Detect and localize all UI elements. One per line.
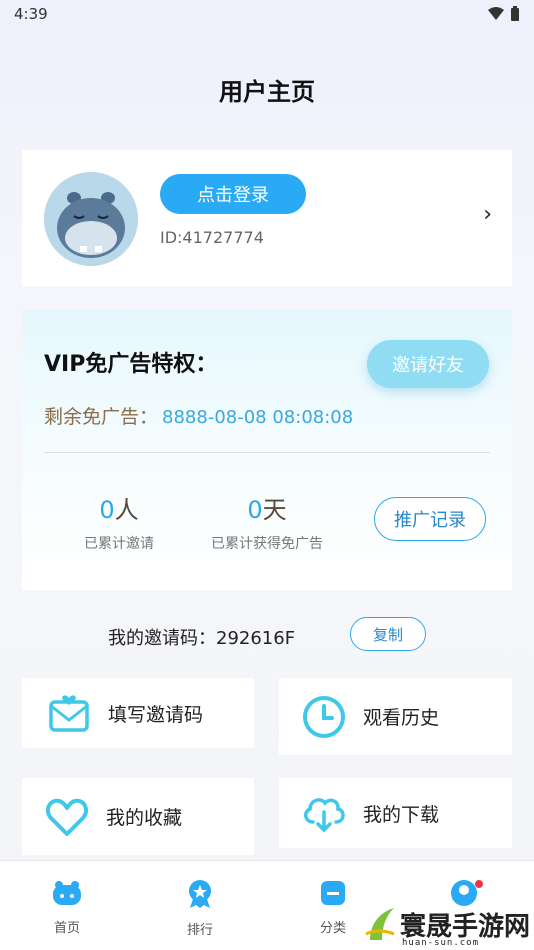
invited-unit: 人	[114, 496, 139, 524]
login-button[interactable]: 点击登录	[160, 174, 306, 214]
menu-watch-history[interactable]: 观看历史	[279, 678, 512, 755]
divider	[44, 452, 490, 453]
menu-label: 我的收藏	[106, 807, 183, 829]
copy-button[interactable]: 复制	[350, 617, 426, 651]
watermark-sub: huan-sun.com	[401, 938, 480, 948]
watermark: 寰晟手游网 huan-sun.com	[360, 904, 530, 948]
page-title: 用户主页	[219, 78, 315, 106]
remain-value: 8888-08-08 08:08:08	[162, 407, 354, 428]
chevron-right-icon[interactable]: ›	[483, 202, 492, 227]
battery-icon	[511, 6, 519, 21]
wifi-icon	[488, 7, 504, 20]
status-time: 4:39	[14, 5, 48, 23]
vip-title: VIP免广告特权：	[44, 352, 218, 377]
watermark-logo-icon	[365, 908, 395, 940]
menu-my-favorites[interactable]: 我的收藏	[22, 778, 254, 855]
invite-code: 我的邀请码：292616F	[108, 628, 296, 649]
nav-ranking[interactable]: 排行	[160, 879, 240, 938]
adfree-days-label: 已累计获得免广告	[211, 536, 323, 552]
user-id: ID:41727774	[160, 228, 264, 247]
adfree-days-stat: 0天 已累计获得免广告	[192, 490, 342, 553]
category-icon	[321, 881, 345, 905]
profile-card[interactable]: 点击登录 ID:41727774 ›	[22, 150, 512, 286]
clock-icon	[303, 695, 345, 738]
menu-enter-invite-code[interactable]: 填写邀请码	[22, 678, 254, 748]
menu-my-downloads[interactable]: 我的下载	[279, 778, 512, 848]
remain-row: 剩余免广告： 8888-08-08 08:08:08	[44, 402, 353, 429]
menu-label: 我的下载	[363, 803, 440, 826]
remain-label: 剩余免广告：	[44, 406, 159, 428]
adfree-days-unit: 天	[262, 496, 287, 524]
profile-icon	[451, 880, 483, 906]
menu-label: 观看历史	[363, 707, 440, 729]
nav-label: 首页	[53, 921, 80, 936]
heart-icon	[46, 798, 88, 836]
hippo-home-icon	[53, 881, 81, 905]
vip-card: VIP免广告特权： 邀请好友 剩余免广告： 8888-08-08 08:08:08…	[22, 310, 512, 590]
invite-friends-button[interactable]: 邀请好友	[367, 340, 489, 388]
promotion-record-button[interactable]: 推广记录	[374, 497, 486, 541]
nav-label: 排行	[186, 923, 213, 938]
hippo-avatar-icon	[44, 172, 138, 266]
nav-home[interactable]: 首页	[27, 879, 107, 936]
cloud-download-icon	[304, 798, 345, 833]
invited-stat: 0人 已累计邀请	[44, 490, 194, 553]
invited-count: 0	[99, 496, 115, 524]
adfree-days-count: 0	[247, 496, 263, 524]
menu-label: 填写邀请码	[108, 703, 204, 726]
ranking-badge-icon	[189, 880, 211, 908]
invited-label: 已累计邀请	[84, 536, 154, 552]
avatar[interactable]	[44, 172, 138, 266]
status-bar: 4:39	[0, 0, 534, 28]
mail-heart-icon	[49, 695, 89, 732]
status-icons	[488, 6, 520, 22]
watermark-text: 寰晟手游网	[399, 911, 530, 942]
